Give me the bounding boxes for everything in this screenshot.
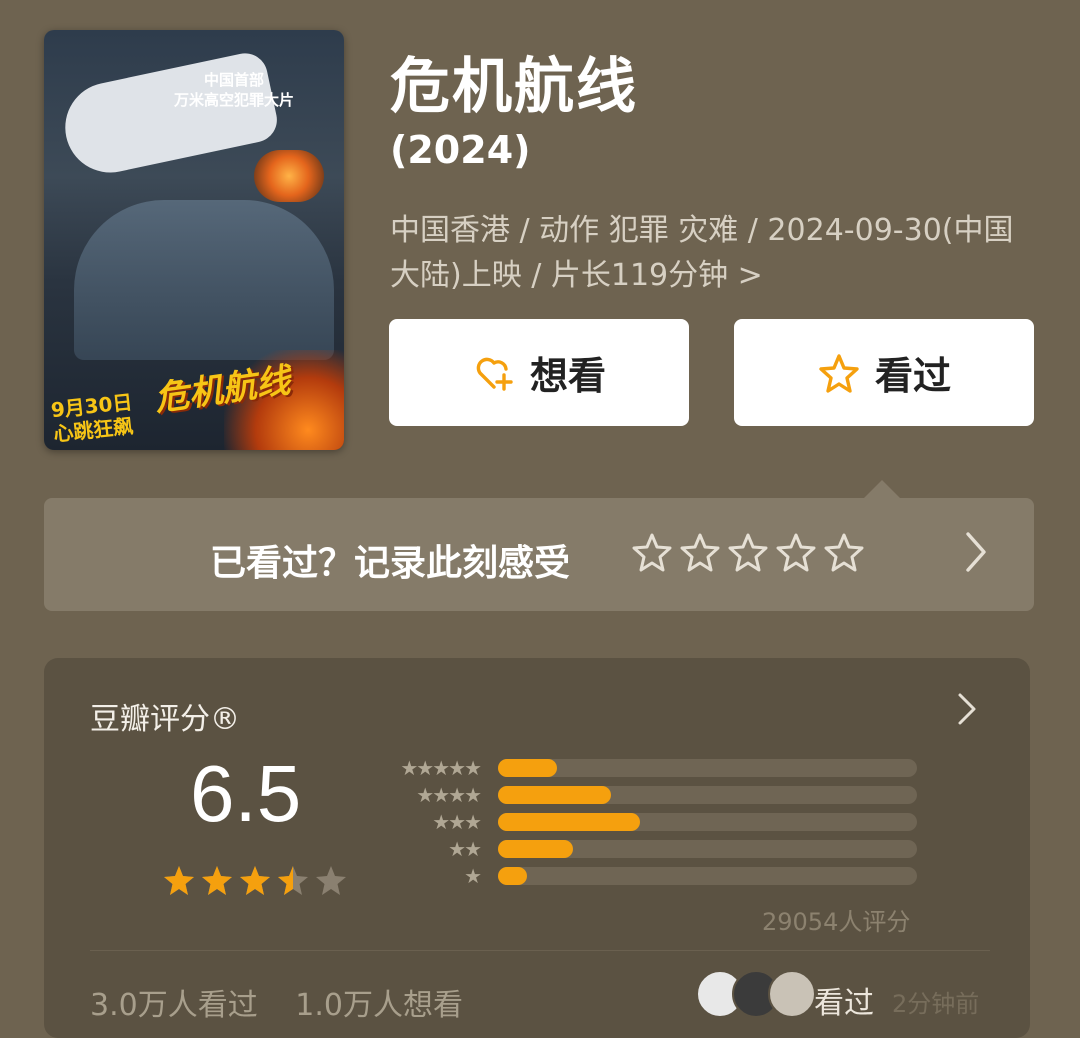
rate-star-3-icon[interactable] [728, 532, 768, 572]
distribution-stars-label: ★★★ [432, 810, 482, 834]
rate-prompt-bar[interactable]: 已看过？记录此刻感受 [44, 498, 1034, 611]
distribution-track [498, 840, 917, 858]
rate-star-5-icon[interactable] [824, 532, 864, 572]
movie-poster[interactable]: 中国首部 万米高空犯罪大片 危机航线 9月30日 心跳狂飙 [44, 30, 344, 450]
poster-burning-engine [254, 150, 324, 202]
rate-stars[interactable] [632, 532, 864, 572]
heart-plus-icon [476, 357, 513, 391]
distribution-stars-label: ★ [464, 864, 482, 888]
rating-star-icon [164, 866, 194, 895]
friend-action: 看过 [814, 986, 874, 1021]
distribution-track [498, 786, 917, 804]
rating-stars [162, 864, 348, 898]
distribution-stars-label: ★★★★ [416, 783, 482, 807]
rating-star-icon [240, 866, 270, 895]
rate-prompt-text: 已看过？记录此刻感受 [210, 543, 571, 584]
rating-star-icon [202, 866, 232, 895]
poster-plane [56, 49, 282, 181]
avatar[interactable] [768, 970, 816, 1018]
want-label: 想看 [529, 354, 606, 398]
distribution-track [498, 867, 917, 885]
distribution-bar [498, 840, 574, 858]
watch-counts: 3.0万人看过 1.0万人想看 [90, 980, 491, 1024]
movie-meta[interactable]: 中国香港 / 动作 犯罪 灾难 / 2024-09-30(中国大陆)上映 / 片… [390, 208, 1030, 298]
friend-avatars[interactable] [696, 970, 816, 1018]
distribution-stars-label: ★★★★★ [400, 756, 482, 780]
star-outline-icon [819, 353, 859, 393]
watched-button[interactable]: 看过 [734, 319, 1034, 426]
rate-star-4-icon[interactable] [776, 532, 816, 572]
rating-label: 豆瓣评分® [90, 702, 240, 737]
distribution-bar [498, 867, 528, 885]
rate-star-1-icon[interactable] [632, 532, 672, 572]
rate-star-2-icon[interactable] [680, 532, 720, 572]
poster-tagline: 中国首部 万米高空犯罪大片 [174, 71, 295, 109]
distribution-bar [498, 786, 612, 804]
chevron-right-icon[interactable] [956, 692, 978, 726]
movie-year: (2024) [390, 128, 531, 172]
want-count[interactable]: 1.0万人想看 [295, 988, 463, 1023]
poster-release: 9月30日 心跳狂飙 [49, 389, 135, 447]
rating-score: 6.5 [190, 749, 302, 838]
want-to-watch-button[interactable]: 想看 [389, 319, 689, 426]
friend-time: 2分钟前 [892, 990, 980, 1018]
distribution-bar [498, 813, 641, 831]
poster-cast-figures [74, 200, 334, 360]
rate-bar-pointer [862, 480, 902, 500]
movie-title: 危机航线 [390, 52, 638, 122]
chevron-right-icon[interactable] [962, 530, 990, 574]
douban-rating-card[interactable]: 豆瓣评分® 6.5 ★★★★★ ★★★★ ★★★ ★★ ★ 29054人评分 3.0万人… [44, 658, 1030, 1038]
watched-label: 看过 [874, 354, 951, 398]
distribution-bar [498, 759, 557, 777]
card-divider [90, 950, 990, 951]
rating-count: 29054人评分 [762, 908, 911, 936]
rating-star-icon [278, 866, 308, 895]
rating-star-icon [316, 866, 346, 895]
distribution-track [498, 759, 917, 777]
distribution-track [498, 813, 917, 831]
distribution-stars-label: ★★ [448, 837, 482, 861]
seen-count[interactable]: 3.0万人看过 [90, 988, 258, 1023]
